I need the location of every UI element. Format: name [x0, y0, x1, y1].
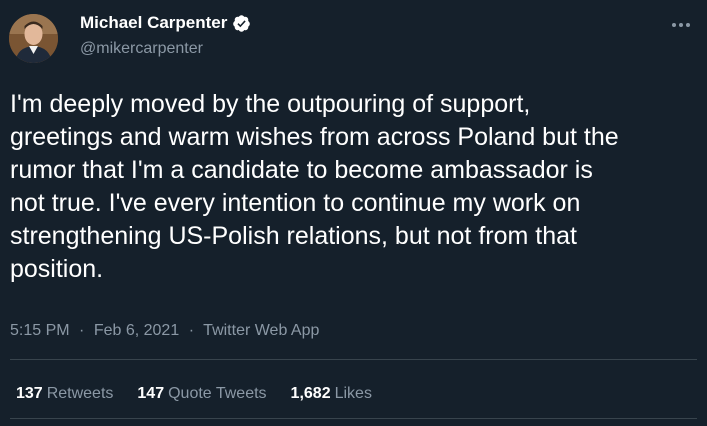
more-options-icon[interactable] [668, 16, 694, 34]
author-name-row[interactable]: Michael Carpenter [80, 13, 251, 33]
tweet-metadata: 5:15 PM · Feb 6, 2021 · Twitter Web App [10, 322, 319, 340]
tweet-source[interactable]: Twitter Web App [203, 322, 319, 339]
author-handle[interactable]: @mikercarpenter [80, 40, 203, 58]
retweets-stat[interactable]: 137 Retweets [16, 385, 113, 403]
author-display-name[interactable]: Michael Carpenter [80, 13, 227, 33]
quote-tweets-count: 147 [137, 385, 165, 402]
divider [10, 418, 697, 419]
quote-tweets-label: Quote Tweets [168, 385, 267, 402]
verified-badge-icon [232, 14, 251, 33]
meta-separator: · [79, 322, 85, 339]
tweet-stats: 137 Retweets 147 Quote Tweets 1,682 Like… [16, 385, 372, 403]
retweets-label: Retweets [46, 385, 114, 402]
avatar[interactable] [9, 14, 58, 63]
divider [10, 359, 697, 360]
likes-count: 1,682 [290, 385, 331, 402]
retweets-count: 137 [16, 385, 43, 402]
quote-tweets-stat[interactable]: 147 Quote Tweets [137, 385, 266, 403]
tweet-date[interactable]: Feb 6, 2021 [94, 322, 179, 339]
meta-separator: · [188, 322, 195, 339]
tweet-time[interactable]: 5:15 PM [10, 322, 70, 339]
tweet-text: I'm deeply moved by the outpouring of su… [10, 90, 619, 283]
likes-stat[interactable]: 1,682 Likes [291, 385, 372, 403]
likes-label: Likes [334, 385, 372, 402]
tweet-card: Michael Carpenter @mikercarpenter I'm de… [0, 0, 707, 426]
